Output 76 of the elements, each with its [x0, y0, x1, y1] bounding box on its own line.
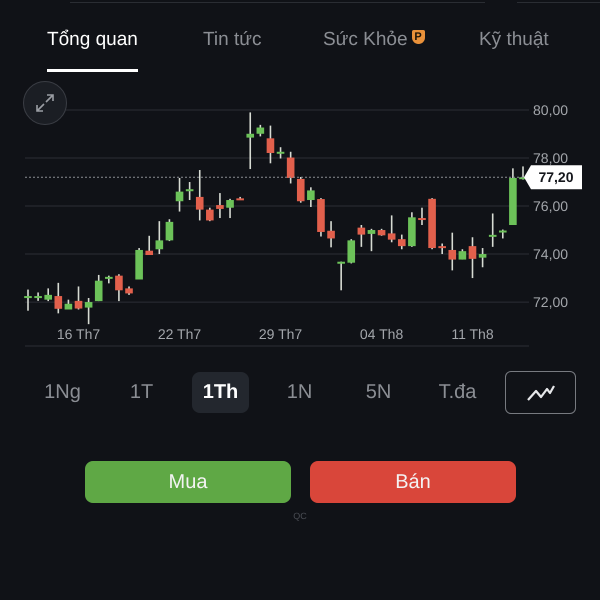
candlestick — [226, 198, 234, 218]
candlestick — [317, 198, 325, 237]
range-tab[interactable]: 5N — [339, 372, 418, 413]
candlestick — [276, 147, 284, 158]
candlestick — [347, 239, 356, 264]
candlestick — [236, 196, 244, 200]
tab[interactable]: Kỹ thuật — [479, 29, 549, 72]
range-tab[interactable]: 1Th — [192, 372, 249, 413]
candlestick — [135, 248, 143, 280]
candlestick — [307, 187, 315, 207]
axis-label: 11 Th8 — [451, 326, 494, 342]
axis-label: 78,00 — [533, 150, 568, 166]
candlestick — [286, 152, 294, 184]
expand-icon[interactable] — [23, 81, 67, 125]
candlestick — [94, 274, 103, 302]
candlestick — [509, 168, 517, 225]
candlestick — [74, 286, 82, 310]
range-tab[interactable]: 1Ng — [23, 372, 102, 413]
sell-button[interactable]: Bán — [310, 461, 516, 503]
candlestick — [54, 282, 62, 314]
axis-label: 76,00 — [533, 198, 568, 214]
candlestick — [327, 221, 335, 248]
candlestick — [84, 298, 92, 324]
candlestick — [176, 178, 184, 212]
tab[interactable]: Tin tức — [203, 29, 262, 72]
candlestick — [196, 170, 204, 220]
candlestick — [115, 274, 123, 302]
candlestick — [125, 286, 133, 295]
candlestick — [186, 182, 194, 200]
axis-label: 22 Th7 — [158, 326, 202, 342]
candlestick — [337, 262, 345, 290]
candlestick — [44, 288, 52, 302]
candlestick — [216, 193, 224, 218]
axis-label: 29 Th7 — [258, 326, 302, 342]
range-tab[interactable]: T.đa — [418, 372, 497, 413]
candlestick — [34, 292, 42, 301]
ref-line-label: 77,20 — [538, 169, 574, 186]
line-chart-icon[interactable] — [505, 371, 576, 414]
candlestick — [256, 124, 264, 136]
range-tab[interactable]: 1T — [102, 372, 181, 413]
candlestick — [499, 230, 507, 238]
candlestick — [438, 243, 446, 254]
candlestick — [488, 213, 496, 247]
range-tab[interactable]: 1N — [260, 372, 339, 413]
candlestick — [156, 221, 164, 254]
candlestick — [398, 234, 406, 250]
candlestick — [246, 112, 254, 170]
candlestick — [296, 176, 305, 203]
axis-label: 04 Th8 — [360, 326, 404, 342]
candlestick — [266, 126, 274, 164]
candlestick — [468, 237, 476, 278]
candlestick — [105, 276, 113, 284]
candlestick — [24, 290, 32, 311]
tab[interactable]: Sức Khỏe P — [323, 29, 425, 72]
price-label: 77,20 — [524, 165, 582, 190]
tab[interactable]: Tổng quan — [47, 29, 138, 72]
candlestick — [448, 232, 456, 270]
candlestick — [458, 249, 466, 260]
premium-badge: P — [412, 30, 425, 44]
candlestick — [145, 236, 154, 255]
candlestick — [478, 248, 486, 268]
candlestick — [368, 228, 376, 252]
candlestick — [388, 215, 396, 242]
candlestick — [64, 300, 72, 310]
candlestick — [206, 208, 214, 222]
candlestick — [418, 208, 426, 225]
axis-label: 74,00 — [533, 246, 568, 262]
axis-label: 16 Th7 — [56, 326, 100, 342]
ad-label: QC — [293, 511, 307, 521]
axis-label: 72,00 — [533, 294, 568, 310]
axis-label: 80,00 — [533, 102, 568, 118]
candlestick — [408, 212, 416, 247]
candlestick — [166, 219, 174, 242]
candlestick — [428, 198, 436, 250]
candlestick — [378, 228, 386, 236]
candlestick — [358, 225, 366, 247]
